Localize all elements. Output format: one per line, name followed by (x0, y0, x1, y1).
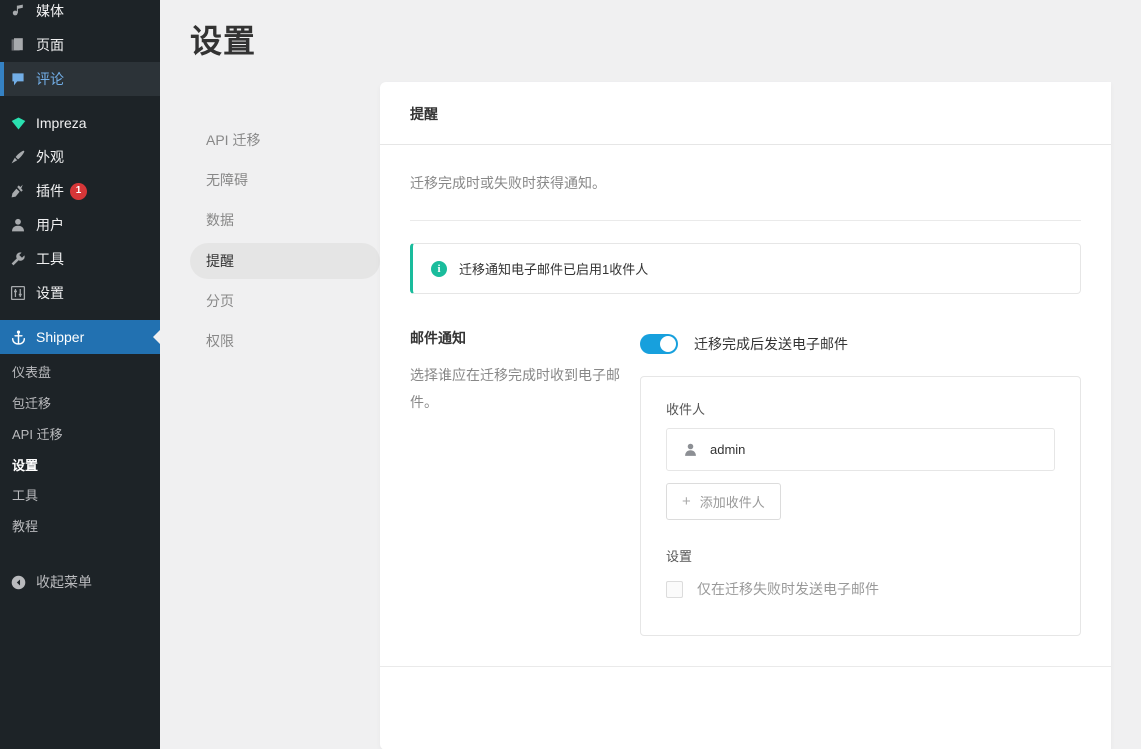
current-menu-arrow-icon (153, 329, 160, 345)
page-icon (0, 37, 36, 53)
app-screen: 文章 媒体 页面 评论 Impreza (0, 0, 1141, 749)
sidebar-item-label: 外观 (36, 150, 64, 164)
media-icon (0, 3, 36, 19)
info-circle-icon: i (431, 261, 447, 277)
sidebar-item-pages[interactable]: 页面 (0, 28, 160, 62)
submenu-item-settings[interactable]: 设置 (0, 451, 160, 482)
email-notifications-controls: 迁移完成后发送电子邮件 收件人 admin (640, 328, 1081, 636)
submenu-item-tutorials[interactable]: 教程 (0, 512, 160, 543)
sidebar-item-plugins[interactable]: 插件 1 (0, 174, 160, 208)
add-recipient-label: 添加收件人 (700, 492, 765, 511)
recipient-name: admin (710, 442, 745, 457)
send-email-toggle-label: 迁移完成后发送电子邮件 (694, 334, 848, 354)
collapse-menu-label: 收起菜单 (36, 572, 92, 592)
intro-text: 迁移完成时或失败时获得通知。 (410, 173, 1081, 194)
sidebar-item-label: 插件 (36, 184, 64, 198)
submenu-item-dashboard[interactable]: 仪表盘 (0, 358, 160, 389)
plus-icon: + (682, 494, 691, 509)
collapse-arrow-icon (0, 574, 36, 591)
sidebar-item-label: Shipper (36, 330, 84, 344)
user-icon (0, 217, 36, 233)
toggle-knob (660, 336, 676, 352)
recipient-row[interactable]: admin (666, 428, 1055, 471)
appearance-brush-icon (0, 149, 36, 165)
settings-nav-item-permissions[interactable]: 权限 (190, 323, 380, 359)
diamond-icon (0, 115, 36, 132)
status-notice: i 迁移通知电子邮件已启用1收件人 (410, 243, 1081, 294)
avatar-user-icon (683, 442, 698, 457)
sidebar-item-comments[interactable]: 评论 (0, 62, 160, 96)
settings-sub-label: 设置 (666, 546, 1055, 565)
submenu-item-api-migration[interactable]: API 迁移 (0, 420, 160, 451)
email-notifications-row: 邮件通知 选择谁应在迁移完成时收到电子邮件。 迁移完成后发送电子邮件 (410, 328, 1081, 666)
sidebar-item-shipper[interactable]: Shipper (0, 320, 160, 354)
wp-admin-sidebar: 文章 媒体 页面 评论 Impreza (0, 0, 160, 749)
settings-nav-item-data[interactable]: 数据 (190, 202, 380, 238)
fail-only-checkbox[interactable] (666, 581, 683, 598)
add-recipient-button[interactable]: + 添加收件人 (666, 483, 781, 520)
sidebar-item-label: 设置 (36, 286, 64, 300)
collapse-menu-button[interactable]: 收起菜单 (0, 565, 160, 599)
anchor-icon (0, 329, 36, 346)
card-header: 提醒 (380, 82, 1111, 145)
sidebar-item-label: 媒体 (36, 4, 64, 18)
sidebar-item-tools[interactable]: 工具 (0, 242, 160, 276)
card-footer (380, 667, 1111, 737)
plugin-icon (0, 183, 36, 199)
fail-only-checkbox-row[interactable]: 仅在迁移失败时发送电子邮件 (666, 579, 1055, 599)
settings-nav: API 迁移 无障碍 数据 提醒 分页 权限 (160, 82, 380, 363)
sidebar-item-settings[interactable]: 设置 (0, 276, 160, 310)
plugins-update-badge: 1 (70, 183, 87, 200)
wrench-icon (0, 251, 36, 267)
submenu-item-tools[interactable]: 工具 (0, 481, 160, 512)
sidebar-item-label: 页面 (36, 38, 64, 52)
sidebar-item-impreza[interactable]: Impreza (0, 106, 160, 140)
sidebar-item-label: 工具 (36, 252, 64, 266)
card-section: 迁移完成时或失败时获得通知。 i 迁移通知电子邮件已启用1收件人 邮件通知 选择… (380, 145, 1111, 666)
send-email-toggle[interactable] (640, 334, 678, 354)
email-notifications-heading: 邮件通知 (410, 328, 620, 348)
recipients-label: 收件人 (666, 399, 1055, 418)
sidebar-item-label: Impreza (36, 116, 87, 130)
sidebar-item-media[interactable]: 媒体 (0, 0, 160, 28)
fail-only-checkbox-label: 仅在迁移失败时发送电子邮件 (697, 579, 879, 599)
email-notifications-help-text: 选择谁应在迁移完成时收到电子邮件。 (410, 362, 620, 415)
notice-text: 迁移通知电子邮件已启用1收件人 (459, 259, 648, 278)
settings-nav-item-accessibility[interactable]: 无障碍 (190, 162, 380, 198)
sidebar-item-label: 评论 (36, 72, 64, 86)
send-email-toggle-row: 迁移完成后发送电子邮件 (640, 328, 1081, 360)
sidebar-item-users[interactable]: 用户 (0, 208, 160, 242)
settings-nav-item-api-migration[interactable]: API 迁移 (190, 122, 380, 158)
sidebar-item-appearance[interactable]: 外观 (0, 140, 160, 174)
page-body: API 迁移 无障碍 数据 提醒 分页 权限 提醒 迁移完成时或失败时获得通知。… (160, 62, 1141, 749)
card-title: 提醒 (410, 104, 1081, 124)
settings-sliders-icon (0, 285, 36, 301)
section-divider (410, 220, 1081, 221)
sidebar-divider (0, 96, 160, 106)
shipper-submenu: 仪表盘 包迁移 API 迁移 设置 工具 教程 (0, 354, 160, 551)
notifications-card: 提醒 迁移完成时或失败时获得通知。 i 迁移通知电子邮件已启用1收件人 邮件通知… (380, 82, 1111, 749)
submenu-item-package-migration[interactable]: 包迁移 (0, 389, 160, 420)
page-title: 设置 (160, 0, 1141, 62)
recipients-panel: 收件人 admin + 添加收件人 (640, 376, 1081, 636)
comment-icon (0, 71, 36, 87)
settings-nav-item-pagination[interactable]: 分页 (190, 283, 380, 319)
email-notifications-description: 邮件通知 选择谁应在迁移完成时收到电子邮件。 (410, 328, 640, 415)
settings-nav-item-notifications[interactable]: 提醒 (190, 243, 380, 279)
page-content: 设置 API 迁移 无障碍 数据 提醒 分页 权限 提醒 迁移完成时或失败时获得… (160, 0, 1141, 749)
sidebar-item-label: 用户 (36, 218, 64, 232)
sidebar-divider (0, 310, 160, 320)
